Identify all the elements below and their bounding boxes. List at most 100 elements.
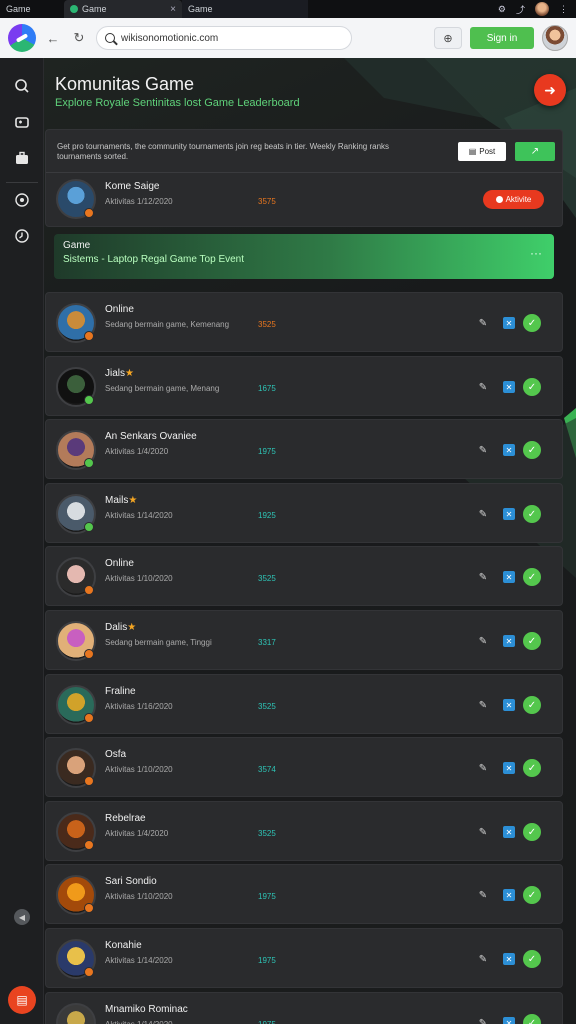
edit-icon[interactable]: ✎ — [477, 826, 489, 838]
member-name-text: Dalis — [105, 622, 128, 633]
check-icon[interactable]: ✓ — [523, 378, 541, 396]
member-name-text: Online — [105, 304, 134, 315]
signin-button[interactable]: Sign in — [470, 27, 534, 49]
list-item[interactable]: Sari Sondio Aktivitas 1/10/2020 1975 ✎ ✕ ✓ — [45, 864, 563, 924]
list-item[interactable]: Mnamiko Rominac Aktivitas 1/14/2020 1975 ✎ ✕… — [45, 992, 563, 1024]
edit-icon[interactable]: ✎ — [477, 889, 489, 901]
close-icon[interactable]: ✕ — [503, 953, 515, 965]
member-score: 1925 — [258, 511, 276, 520]
check-icon[interactable]: ✓ — [523, 505, 541, 523]
edit-icon[interactable]: ✎ — [477, 381, 489, 393]
extension-button[interactable]: ⊕ — [434, 27, 462, 49]
close-icon[interactable]: ✕ — [503, 635, 515, 647]
close-icon[interactable]: ✕ — [503, 1017, 515, 1024]
address-bar: ← ↻ wikisonomotionic.com ⊕ Sign in — [0, 18, 576, 58]
close-icon[interactable]: ✕ — [503, 699, 515, 711]
member-name: Konahie — [105, 940, 142, 951]
list-item[interactable]: Dalis★ Sedang bermain game, Tinggi 3317 ✎ ✕ ✓ — [45, 610, 563, 670]
close-icon[interactable]: ✕ — [503, 381, 515, 393]
edit-icon[interactable]: ✎ — [477, 762, 489, 774]
share-button[interactable]: ↗ — [515, 142, 555, 161]
check-icon[interactable]: ✓ — [523, 1014, 541, 1024]
member-score: 3525 — [258, 702, 276, 711]
user-avatar[interactable] — [542, 25, 568, 51]
list-item[interactable]: Osfa Aktivitas 1/10/2020 3574 ✎ ✕ ✓ — [45, 737, 563, 797]
list-item[interactable]: Rebelrae Aktivitas 1/4/2020 3525 ✎ ✕ ✓ — [45, 801, 563, 861]
menu-icon[interactable]: ⋮ — [559, 4, 568, 15]
check-icon[interactable]: ✓ — [523, 950, 541, 968]
avatar[interactable] — [56, 1003, 96, 1024]
activity-pill-button[interactable]: Aktivite — [483, 190, 544, 209]
status-badge — [84, 903, 94, 913]
compass-icon[interactable] — [12, 190, 32, 210]
notification-button[interactable]: ▤ — [8, 986, 36, 1014]
close-icon[interactable]: ✕ — [503, 889, 515, 901]
list-item[interactable]: An Senkars Ovaniee Aktivitas 1/4/2020 1975… — [45, 419, 563, 479]
close-icon[interactable]: ✕ — [503, 571, 515, 583]
banner-title: Game — [63, 240, 91, 251]
member-score: 3317 — [258, 638, 276, 647]
check-icon[interactable]: ✓ — [523, 759, 541, 777]
edit-icon[interactable]: ✎ — [477, 508, 489, 520]
browser-tab-1[interactable]: Game — [0, 0, 64, 18]
status-badge — [84, 649, 94, 659]
edit-icon[interactable]: ✎ — [477, 571, 489, 583]
edit-icon[interactable]: ✎ — [477, 1017, 489, 1024]
member-status: Aktivitas 1/14/2020 — [105, 1020, 173, 1024]
post-button[interactable]: ▤ Post — [458, 142, 506, 161]
more-options-icon[interactable]: ··· — [530, 246, 542, 260]
profile-avatar[interactable] — [535, 2, 549, 16]
edit-icon[interactable]: ✎ — [477, 317, 489, 329]
back-arrow-icon[interactable]: ← — [44, 29, 62, 47]
forward-arrow-button[interactable]: ➜ — [534, 74, 566, 106]
member-status: Aktivitas 1/4/2020 — [105, 447, 169, 456]
tab-label: Game — [188, 4, 213, 14]
member-score: 3525 — [258, 829, 276, 838]
browser-tab-3[interactable]: Game — [182, 0, 308, 18]
edit-icon[interactable]: ✎ — [477, 953, 489, 965]
member-name: An Senkars Ovaniee — [105, 431, 197, 442]
reload-icon[interactable]: ↻ — [70, 29, 88, 47]
list-item[interactable]: Jials★ Sedang bermain game, Menang 1675 ✎ ✕ ✓ — [45, 356, 563, 416]
browser-controls: ⚙ ⤴ ⋮ — [498, 2, 576, 16]
list-item[interactable]: Konahie Aktivitas 1/14/2020 1975 ✎ ✕ ✓ — [45, 928, 563, 988]
member-name-text: Sari Sondio — [105, 876, 157, 887]
check-icon[interactable]: ✓ — [523, 632, 541, 650]
list-item[interactable]: Online Sedang bermain game, Kemenang 3525 ✎… — [45, 292, 563, 352]
edit-icon[interactable]: ✎ — [477, 635, 489, 647]
history-icon[interactable] — [12, 226, 32, 246]
briefcase-icon[interactable] — [12, 148, 32, 168]
list-item[interactable]: Mails★ Aktivitas 1/14/2020 1925 ✎ ✕ ✓ — [45, 483, 563, 543]
settings-icon[interactable]: ⚙ — [498, 4, 506, 15]
url-input[interactable]: wikisonomotionic.com — [96, 26, 352, 50]
app-logo-icon[interactable] — [8, 24, 36, 52]
search-icon[interactable] — [12, 76, 32, 96]
close-icon[interactable]: ✕ — [503, 508, 515, 520]
check-icon[interactable]: ✓ — [523, 886, 541, 904]
member-status: Aktivitas 1/16/2020 — [105, 702, 173, 711]
check-icon[interactable]: ✓ — [523, 441, 541, 459]
check-icon[interactable]: ✓ — [523, 568, 541, 586]
tab-label: Game — [82, 4, 107, 14]
gamepad-icon[interactable] — [12, 112, 32, 132]
share-icon[interactable]: ⤴ — [516, 3, 525, 16]
search-icon — [105, 33, 115, 43]
page-subtitle: Explore Royale Sentinitas lost Game Lead… — [55, 97, 300, 109]
check-icon[interactable]: ✓ — [523, 823, 541, 841]
close-icon[interactable]: ✕ — [503, 762, 515, 774]
list-item[interactable]: Online Aktivitas 1/10/2020 3525 ✎ ✕ ✓ — [45, 546, 563, 606]
browser-tab-2[interactable]: Game × — [64, 0, 182, 18]
check-icon[interactable]: ✓ — [523, 696, 541, 714]
member-score: 3525 — [258, 320, 276, 329]
edit-icon[interactable]: ✎ — [477, 444, 489, 456]
collapse-icon[interactable]: ◀ — [14, 909, 30, 925]
edit-icon[interactable]: ✎ — [477, 699, 489, 711]
close-icon[interactable]: ✕ — [503, 826, 515, 838]
list-item[interactable]: Fraline Aktivitas 1/16/2020 3525 ✎ ✕ ✓ — [45, 674, 563, 734]
tab-close-icon[interactable]: × — [170, 4, 176, 15]
member-name-text: Rebelrae — [105, 813, 146, 824]
promo-banner[interactable]: Game Sistems - Laptop Regal Game Top Eve… — [54, 234, 554, 279]
close-icon[interactable]: ✕ — [503, 444, 515, 456]
close-icon[interactable]: ✕ — [503, 317, 515, 329]
check-icon[interactable]: ✓ — [523, 314, 541, 332]
